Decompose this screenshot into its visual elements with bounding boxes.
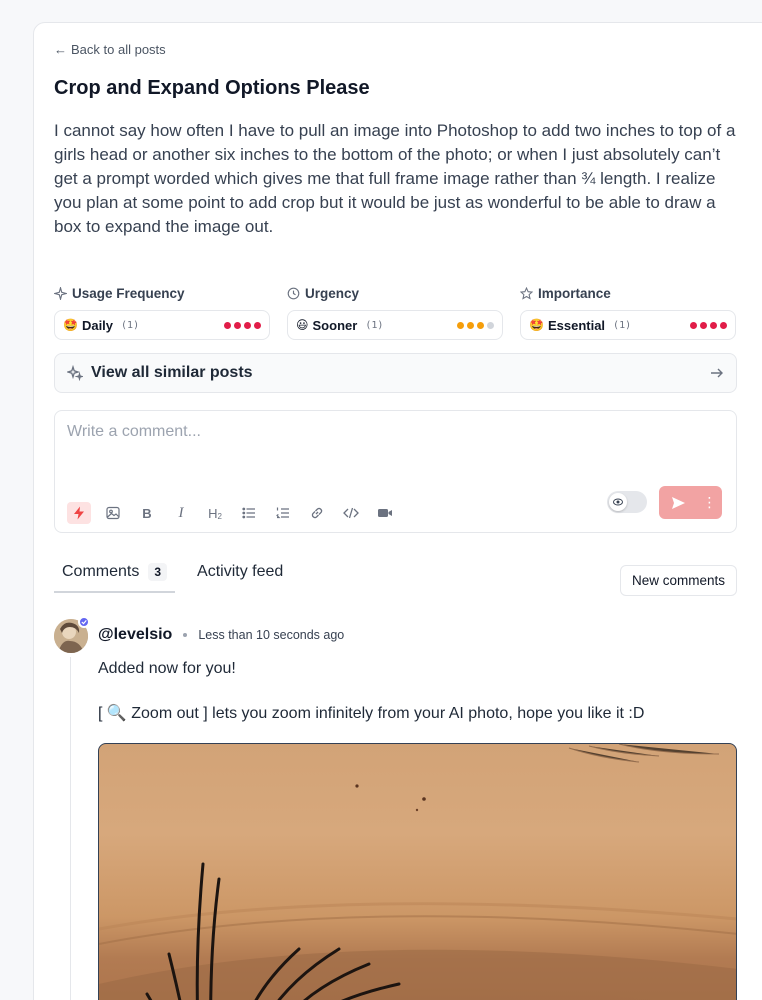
metric-box-usage[interactable]: 🤩 Daily (1): [54, 310, 270, 340]
sparkle-icon: [54, 287, 67, 300]
arrow-left-icon: ←: [54, 42, 67, 57]
view-similar-posts-button[interactable]: View all similar posts: [54, 353, 737, 393]
metric-count: (1): [365, 319, 384, 331]
comment-timestamp: Less than 10 seconds ago: [198, 628, 345, 642]
new-comments-button[interactable]: New comments: [620, 565, 737, 596]
level-dot: [720, 321, 727, 329]
metric-count: (1): [121, 319, 140, 331]
emoji-icon: 🤩: [529, 318, 544, 332]
send-icon: [659, 496, 697, 510]
post-card: ← Back to all posts Crop and Expand Opti…: [33, 22, 762, 1000]
back-link[interactable]: ← Back to all posts: [54, 42, 166, 57]
metric-label-usage: Usage Frequency: [54, 286, 185, 301]
clock-icon: [287, 287, 300, 300]
video-icon[interactable]: [373, 502, 397, 524]
image-icon[interactable]: [101, 502, 125, 524]
visibility-toggle[interactable]: [607, 491, 647, 513]
metric-count: (1): [613, 319, 632, 331]
emoji-icon: 🤩: [63, 318, 78, 332]
bullet-list-icon[interactable]: [237, 502, 261, 524]
metric-label-urgency: Urgency: [287, 286, 359, 301]
italic-icon[interactable]: I: [169, 502, 193, 524]
eyelash-closeup-image: [99, 744, 736, 1000]
emoji-icon: 😃: [296, 318, 309, 332]
level-dot: [710, 321, 717, 329]
metric-value: Sooner: [312, 317, 358, 333]
bold-icon[interactable]: B: [135, 502, 159, 524]
metric-label-importance: Importance: [520, 286, 611, 301]
level-dot: [487, 321, 494, 329]
comment-input[interactable]: [67, 419, 717, 445]
metric-value: Essential: [547, 317, 606, 333]
level-dot: [457, 321, 464, 329]
level-dot: [234, 321, 241, 329]
numbered-list-icon[interactable]: [271, 502, 295, 524]
send-button[interactable]: ⋮: [659, 486, 722, 519]
verified-badge-icon: [78, 616, 90, 628]
comment-username[interactable]: @levelsio: [98, 626, 172, 644]
comment-composer: B I H2: [54, 410, 737, 533]
tab-comments[interactable]: Comments 3: [54, 563, 176, 593]
back-link-label: Back to all posts: [71, 42, 166, 57]
more-options-icon[interactable]: ⋮: [697, 494, 722, 511]
level-dots: [690, 321, 727, 329]
level-dot: [700, 321, 707, 329]
star-icon: [520, 287, 533, 300]
level-dot: [467, 321, 474, 329]
level-dot: [254, 321, 261, 329]
post-title: Crop and Expand Options Please: [54, 77, 370, 99]
heading-icon[interactable]: H2: [203, 502, 227, 524]
thread-line: [70, 657, 71, 1000]
level-dot: [244, 321, 251, 329]
comment-line-1: Added now for you!: [98, 660, 236, 677]
comments-count-badge: 3: [148, 563, 168, 581]
eye-icon: [609, 493, 627, 511]
metric-box-urgency[interactable]: 😃 Sooner (1): [287, 310, 503, 340]
post-body: I cannot say how often I have to pull an…: [54, 121, 736, 236]
level-dots: [224, 321, 261, 329]
metric-value: Daily: [81, 317, 114, 333]
comment-line-2: [ 🔍 Zoom out ] lets you zoom infinitely …: [98, 705, 645, 722]
arrow-right-icon: [711, 368, 723, 378]
tab-activity-feed[interactable]: Activity feed: [197, 563, 283, 593]
level-dots: [457, 321, 494, 329]
metric-box-importance[interactable]: 🤩 Essential (1): [520, 310, 736, 340]
link-icon[interactable]: [305, 502, 329, 524]
code-icon[interactable]: [339, 502, 363, 524]
sparkles-icon: [67, 365, 83, 381]
level-dot: [477, 321, 484, 329]
comment-header: @levelsio Less than 10 seconds ago: [98, 626, 344, 644]
comment-image[interactable]: [98, 743, 737, 1000]
formatting-toolbar: B I H2: [67, 502, 407, 524]
level-dot: [690, 321, 697, 329]
level-dot: [224, 321, 231, 329]
flash-icon[interactable]: [67, 502, 91, 524]
separator-dot: [183, 633, 188, 637]
similar-label: View all similar posts: [91, 364, 253, 381]
comment-tabs: Comments 3 Activity feed: [54, 563, 283, 593]
